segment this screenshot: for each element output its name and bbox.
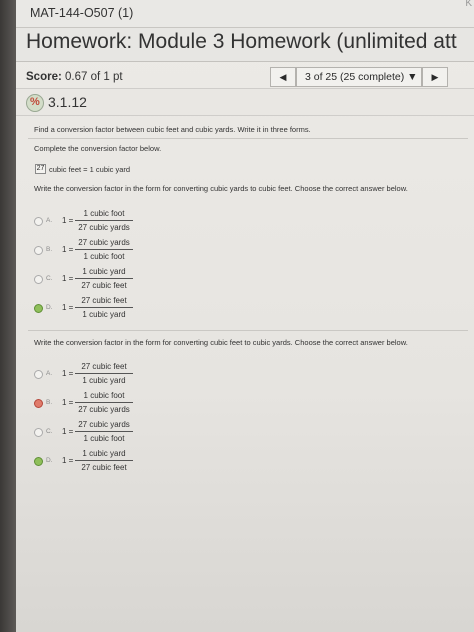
answer-option[interactable]: C. 1 = 1 cubic yard 27 cubic feet — [34, 266, 144, 292]
fraction-bar — [75, 220, 133, 221]
fraction-bar — [75, 278, 133, 279]
fraction-bar — [75, 460, 133, 461]
fraction-numerator: 27 cubic feet — [81, 296, 127, 305]
fraction: 27 cubic feet 1 cubic yard — [75, 361, 133, 386]
answer-option[interactable]: A. 1 = 27 cubic feet 1 cubic yard — [34, 361, 144, 387]
question-instruction: Find a conversion factor between cubic f… — [34, 125, 311, 134]
fraction-numerator: 27 cubic yards — [78, 420, 130, 429]
divider — [28, 330, 468, 331]
fraction: 27 cubic yards 1 cubic foot — [75, 237, 133, 262]
equation-lhs: 1 = — [62, 245, 74, 254]
fraction-bar — [75, 373, 133, 374]
equation-lhs: 1 = — [62, 369, 74, 378]
fraction: 1 cubic yard 27 cubic feet — [75, 448, 133, 473]
radio-button[interactable] — [34, 370, 43, 379]
fraction-numerator: 1 cubic yard — [82, 267, 126, 276]
equation-lhs: 1 = — [62, 456, 74, 465]
question-header: % 3.1.12 — [16, 88, 474, 116]
tab-title[interactable]: MAT-144-O507 (1) — [30, 6, 133, 20]
fraction-denominator: 27 cubic yards — [78, 405, 130, 414]
fraction: 1 cubic yard 27 cubic feet — [75, 266, 133, 291]
partial-credit-icon: % — [26, 94, 44, 112]
equation-lhs: 1 = — [62, 427, 74, 436]
corner-text: K — [465, 0, 472, 9]
radio-button[interactable] — [34, 428, 43, 437]
part1-prompt: Write the conversion factor in the form … — [34, 184, 408, 193]
option-letter: D. — [46, 304, 53, 311]
equation-lhs: 1 = — [62, 398, 74, 407]
fraction: 1 cubic foot 27 cubic yards — [75, 390, 133, 415]
page-title: Homework: Module 3 Homework (unlimited a… — [26, 30, 457, 53]
fraction-numerator: 27 cubic feet — [81, 362, 127, 371]
checkmark-icon[interactable] — [34, 457, 43, 466]
fraction-bar — [75, 307, 133, 308]
equation-lhs: 1 = — [62, 216, 74, 225]
triangle-left-icon: ◀ — [279, 72, 287, 82]
option-letter: B. — [46, 246, 53, 253]
fraction-denominator: 1 cubic yard — [82, 376, 126, 385]
question-nav: ◀ 3 of 25 (25 complete) ▼ ▶ — [270, 67, 448, 87]
option-letter: A. — [46, 217, 53, 224]
option-letter: A. — [46, 370, 53, 377]
answer-option[interactable]: A. 1 = 1 cubic foot 27 cubic yards — [34, 208, 144, 234]
option-letter: C. — [46, 428, 53, 435]
equation-lhs: 1 = — [62, 274, 74, 283]
radio-button[interactable] — [34, 275, 43, 284]
score-value: 0.67 of 1 pt — [65, 71, 123, 83]
answer-option[interactable]: B. 1 = 1 cubic foot 27 cubic yards — [34, 390, 144, 416]
fraction-denominator: 27 cubic feet — [81, 463, 127, 472]
question-prompt: Complete the conversion factor below. — [34, 144, 162, 153]
score-text: Score: 0.67 of 1 pt — [26, 71, 123, 83]
fraction-numerator: 1 cubic foot — [83, 209, 125, 218]
fraction-numerator: 1 cubic foot — [83, 391, 125, 400]
answer-option[interactable]: C. 1 = 27 cubic yards 1 cubic foot — [34, 419, 144, 445]
prev-question-button[interactable]: ◀ — [270, 67, 296, 87]
equation-lhs: 1 = — [62, 303, 74, 312]
fraction-bar — [75, 431, 133, 432]
homework-page: Homework: Module 3 Homework (unlimited a… — [16, 28, 474, 632]
checkmark-icon[interactable] — [34, 304, 43, 313]
next-question-button[interactable]: ▶ — [422, 67, 448, 87]
divider — [28, 138, 468, 139]
fraction: 1 cubic foot 27 cubic yards — [75, 208, 133, 233]
homework-header: Homework: Module 3 Homework (unlimited a… — [16, 28, 474, 62]
answer-option[interactable]: D. 1 = 27 cubic feet 1 cubic yard — [34, 295, 144, 321]
given-answer-box[interactable]: 27 — [35, 164, 46, 174]
fraction-numerator: 1 cubic yard — [82, 449, 126, 458]
answer-option[interactable]: B. 1 = 27 cubic yards 1 cubic foot — [34, 237, 144, 263]
option-letter: D. — [46, 457, 53, 464]
fraction-denominator: 1 cubic foot — [83, 434, 125, 443]
fraction-denominator: 27 cubic feet — [81, 281, 127, 290]
triangle-right-icon: ▶ — [431, 72, 439, 82]
option-letter: B. — [46, 399, 53, 406]
fraction-bar — [75, 402, 133, 403]
question-selector[interactable]: 3 of 25 (25 complete) ▼ — [296, 67, 422, 87]
browser-tab-bar: MAT-144-O507 (1) K — [16, 0, 474, 28]
radio-button[interactable] — [34, 217, 43, 226]
part2-prompt: Write the conversion factor in the form … — [34, 338, 408, 347]
fraction-denominator: 1 cubic yard — [82, 310, 126, 319]
fraction: 27 cubic feet 1 cubic yard — [75, 295, 133, 320]
screen-bezel — [0, 0, 16, 632]
fraction-bar — [75, 249, 133, 250]
question-number: 3.1.12 — [48, 94, 87, 110]
score-label: Score: — [26, 71, 62, 83]
answer-option[interactable]: D. 1 = 1 cubic yard 27 cubic feet — [34, 448, 144, 474]
fraction-denominator: 27 cubic yards — [78, 223, 130, 232]
radio-button[interactable] — [34, 246, 43, 255]
x-mark-icon[interactable] — [34, 399, 43, 408]
fraction-numerator: 27 cubic yards — [78, 238, 130, 247]
fraction: 27 cubic yards 1 cubic foot — [75, 419, 133, 444]
fraction-denominator: 1 cubic foot — [83, 252, 125, 261]
given-text: cubic feet = 1 cubic yard — [49, 165, 131, 174]
option-letter: C. — [46, 275, 53, 282]
